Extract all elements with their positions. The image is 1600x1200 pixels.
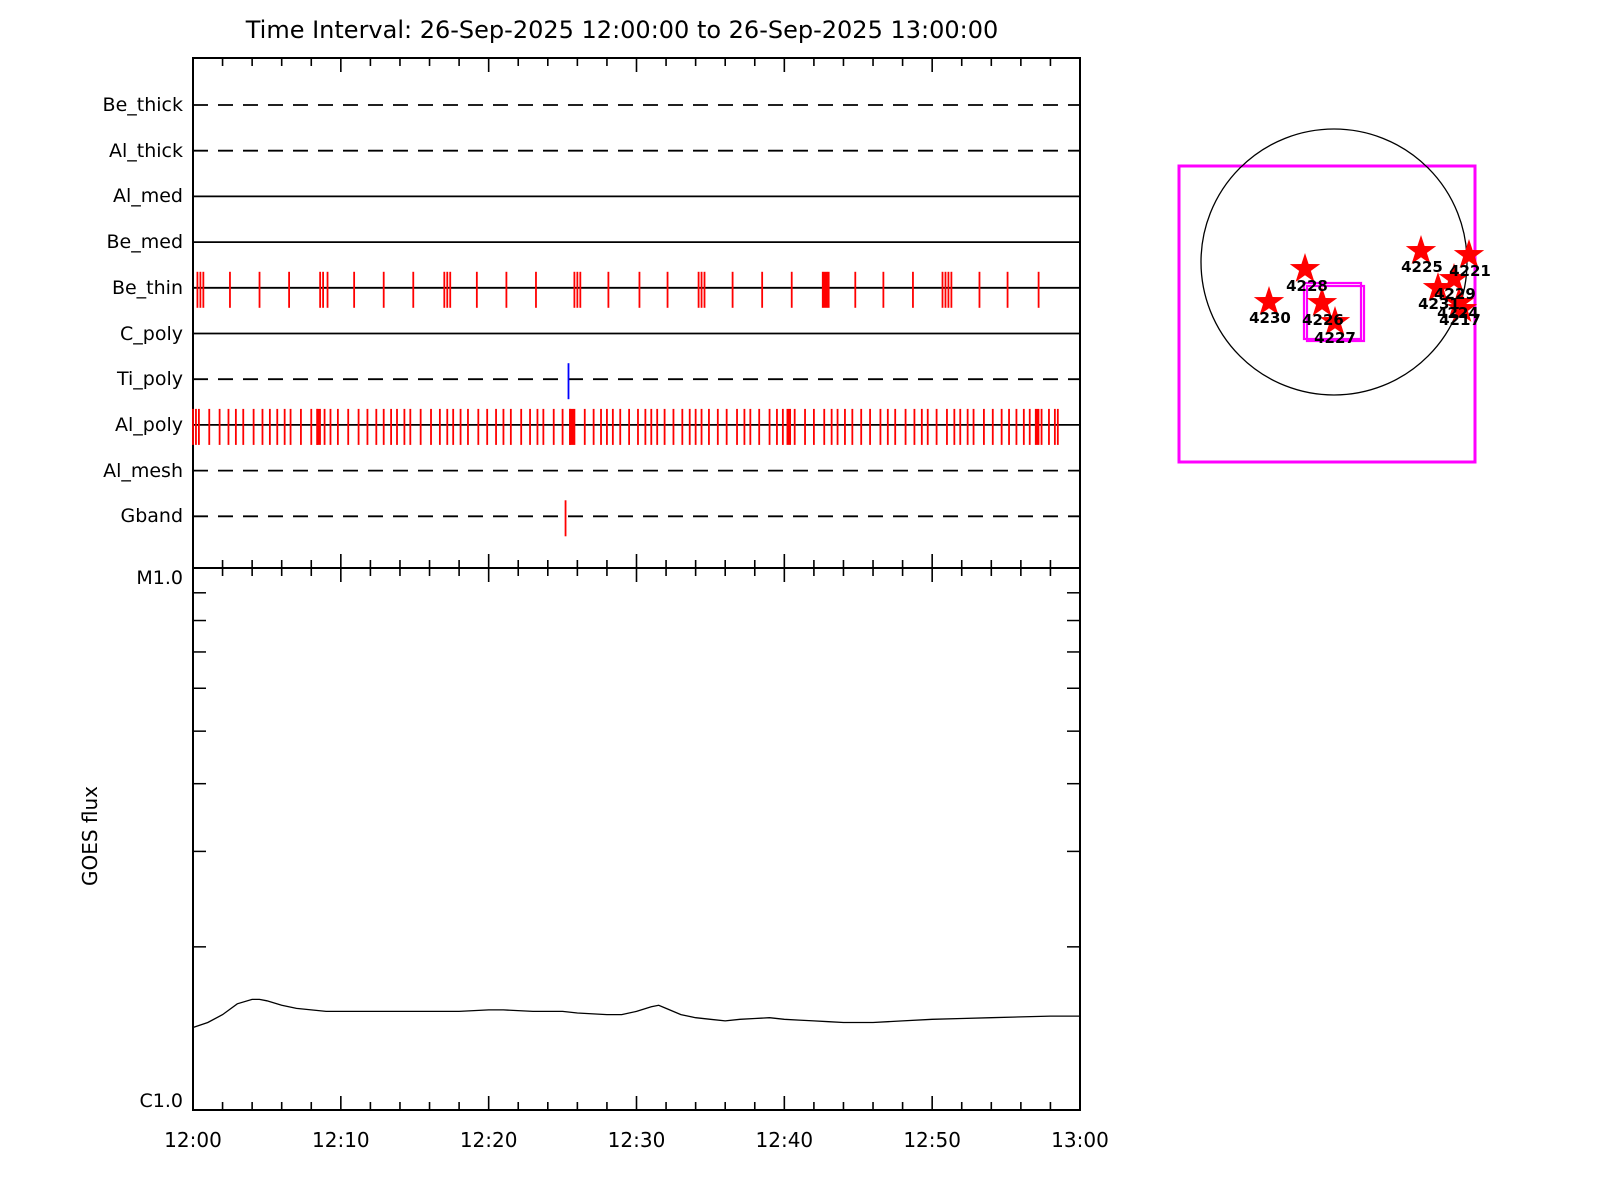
filter-label-be_thin: Be_thin	[111, 276, 183, 299]
filter-label-al_mesh: Al_mesh	[103, 459, 183, 482]
filter-label-al_poly: Al_poly	[115, 413, 183, 436]
time-tick-label-1230: 12:30	[607, 1128, 666, 1152]
filter-label-al_med: Al_med	[112, 185, 183, 208]
filter-label-al_thick: Al_thick	[109, 139, 183, 162]
goes-ybottom-label: C1.0	[139, 1090, 183, 1112]
time-tick-label-1300: 13:00	[1051, 1128, 1109, 1152]
goes-panel-border	[192, 567, 1081, 1111]
filter-label-c_poly: C_poly	[120, 322, 183, 345]
active-region-label-4217: 4217	[1439, 311, 1481, 329]
active-region-label-4226: 4226	[1302, 311, 1344, 329]
filter-label-be_med: Be_med	[106, 231, 183, 254]
time-tick-label-1250: 12:50	[903, 1128, 961, 1152]
time-tick-label-1240: 12:40	[755, 1128, 814, 1152]
active-region-label-4221: 4221	[1449, 262, 1491, 280]
time-tick-label-1210: 12:10	[312, 1128, 370, 1152]
plot-root: Time Interval: 26-Sep-2025 12:00:00 to 2…	[0, 0, 1600, 1200]
active-region-label-4227: 4227	[1314, 329, 1356, 347]
time-tick-label-1220: 12:20	[459, 1128, 518, 1152]
filter-label-gband: Gband	[120, 505, 183, 528]
goes-yaxis-title: GOES flux	[78, 785, 102, 887]
time-tick-label-1200: 12:00	[164, 1128, 222, 1152]
goes-ytop-label: M1.0	[136, 567, 183, 589]
plot-canvas: 42284230 422642274225 42214229423142244217	[192, 57, 1491, 1111]
filter-label-ti_poly: Ti_poly	[116, 368, 183, 391]
goes-flux-curve	[192, 998, 1080, 1029]
active-region-label-4230: 4230	[1249, 309, 1291, 327]
active-region-label-4225: 4225	[1401, 258, 1443, 276]
filter-label-be_thick: Be_thick	[102, 94, 183, 116]
filter-panel-border	[192, 57, 1081, 569]
active-region-label-4228: 4228	[1286, 277, 1328, 295]
